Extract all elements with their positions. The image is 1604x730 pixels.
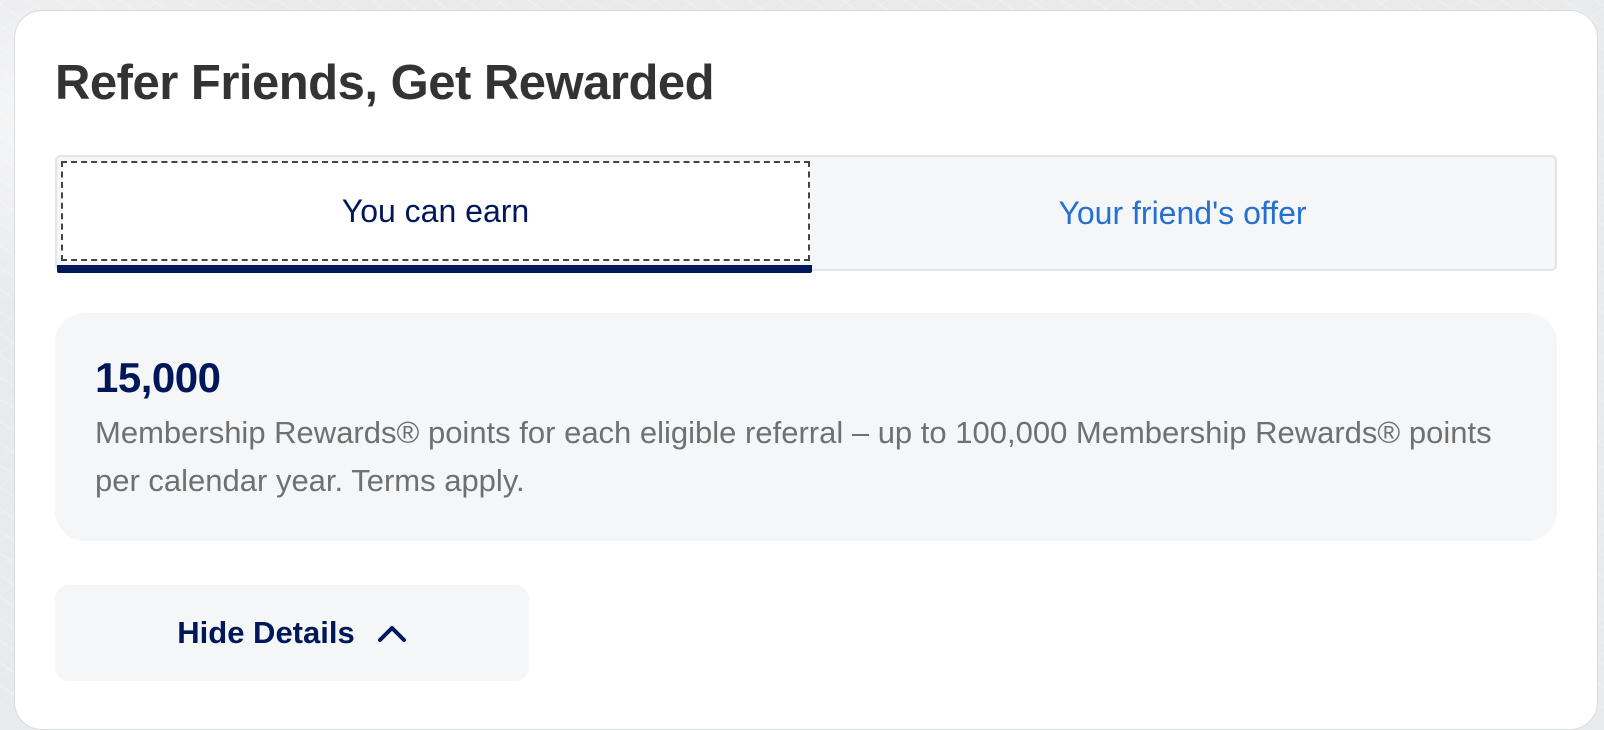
points-offer-panel: 15,000 Membership Rewards® points for ea… [55, 313, 1557, 541]
active-tab-indicator [57, 265, 812, 273]
hide-details-button[interactable]: Hide Details [55, 585, 529, 681]
offer-tabs: You can earn Your friend's offer [55, 155, 1557, 273]
card-title: Refer Friends, Get Rewarded [55, 56, 715, 110]
tab-you-can-earn[interactable]: You can earn [57, 161, 812, 273]
tab-label: Your friend's offer [1058, 194, 1307, 231]
referral-card: Refer Friends, Get Rewarded You can earn… [14, 10, 1598, 730]
tab-friends-offer[interactable]: Your friend's offer [810, 157, 1555, 269]
points-description: Membership Rewards® points for each elig… [95, 415, 1492, 498]
chevron-up-icon [377, 623, 407, 643]
tab-label: You can earn [341, 192, 530, 229]
hide-details-label: Hide Details [177, 615, 355, 650]
points-amount: 15,000 [95, 354, 221, 401]
